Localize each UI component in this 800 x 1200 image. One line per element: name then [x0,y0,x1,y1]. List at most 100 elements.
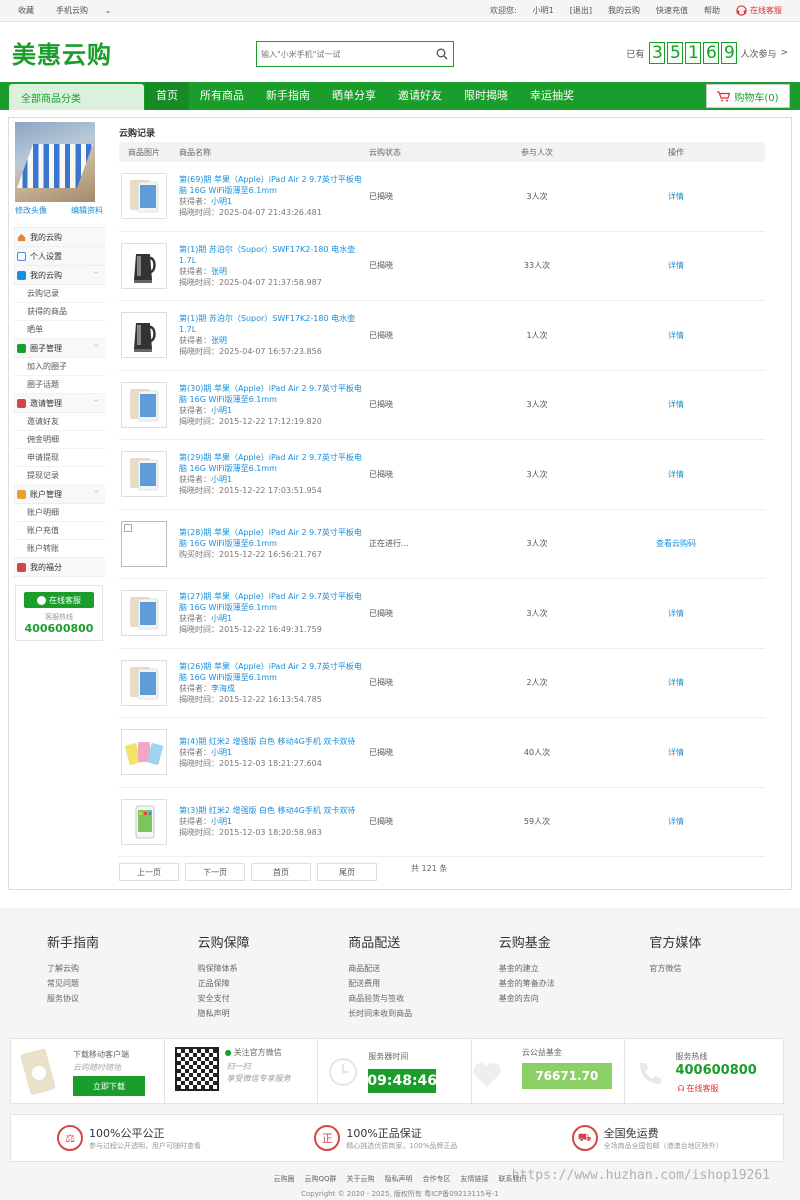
logout-link[interactable]: [退出] [570,5,592,16]
detail-link[interactable]: 查看云购码 [656,539,696,548]
footer-bottom-link[interactable]: 合作专区 [423,1175,451,1183]
nav-limited[interactable]: 限时揭晓 [453,82,519,110]
product-name-link[interactable]: 第(27)期 苹果（Apple）iPad Air 2 9.7英寸平板电脑 16G… [179,591,369,613]
sidebar-item-joined[interactable]: 加入的圈子 [13,358,105,376]
footer-bottom-link[interactable]: 关于云购 [347,1175,375,1183]
footer-link[interactable]: 配送费用 [348,976,499,991]
winner-link[interactable]: 小明1 [211,748,232,757]
footer-link[interactable]: 长时间未收到商品 [348,1006,499,1021]
help-link[interactable]: 帮助 [704,5,720,16]
detail-link[interactable]: 详情 [668,748,684,757]
sidebar-item-withdraw-apply[interactable]: 申请提现 [13,449,105,467]
detail-link[interactable]: 详情 [668,400,684,409]
sidebar-item-account-transfer[interactable]: 账户转账 [13,540,105,558]
footer-link[interactable]: 基金的建立 [499,961,650,976]
sidebar-group-account[interactable]: 账户管理 ^ [13,485,105,504]
detail-link[interactable]: 详情 [668,261,684,270]
winner-link[interactable]: 小明1 [211,614,232,623]
footer-bottom-link[interactable]: 云购圈 [273,1175,294,1183]
product-thumbnail[interactable] [121,659,167,706]
recharge-link[interactable]: 快速充值 [656,5,688,16]
nav-share[interactable]: 晒单分享 [321,82,387,110]
product-thumbnail[interactable] [121,173,167,220]
username-link[interactable]: 小明1 [533,5,554,16]
footer-link[interactable]: 正品保障 [198,976,349,991]
winner-link[interactable]: 张明 [211,267,227,276]
product-name-link[interactable]: 第(3)期 红米2 增强版 白色 移动4G手机 双卡双待 [179,805,369,816]
footer-link[interactable]: 常见问题 [47,976,198,991]
edit-profile-link[interactable]: 编辑资料 [71,205,103,216]
mobile-link[interactable]: 手机云购 ⌄ [56,5,133,16]
product-name-link[interactable]: 第(26)期 苹果（Apple）iPad Air 2 9.7英寸平板电脑 16G… [179,661,369,683]
my-cloud-link[interactable]: 我的云购 [608,5,640,16]
product-name-link[interactable]: 第(4)期 红米2 增强版 白色 移动4G手机 双卡双待 [179,736,369,747]
sidebar-group-invite[interactable]: 邀请管理 ^ [13,394,105,413]
sidebar-item-account-recharge[interactable]: 账户充值 [13,522,105,540]
product-thumbnail[interactable] [121,242,167,289]
sidebar-item-my-cloud[interactable]: 我的云购 [13,228,105,247]
download-button[interactable]: 立即下载 [73,1076,145,1096]
product-name-link[interactable]: 第(1)期 苏泊尔（Supor）SWF17K2-180 电水壶 1.7L [179,244,369,266]
search-input[interactable] [257,43,431,65]
winner-link[interactable]: 小明1 [211,817,232,826]
winner-link[interactable]: 小明1 [211,406,232,415]
favorite-link[interactable]: 收藏 [18,5,34,16]
avatar[interactable] [15,122,95,202]
product-thumbnail[interactable] [121,381,167,428]
sidebar-item-withdraw-records[interactable]: 提现记录 [13,467,105,485]
change-avatar-link[interactable]: 修改头像 [15,205,47,216]
sidebar-item-invite-friends[interactable]: 邀请好友 [13,413,105,431]
sidebar-item-account-detail[interactable]: 账户明细 [13,504,105,522]
sidebar-group-my-cloud[interactable]: 我的云购 ^ [13,266,105,285]
product-name-link[interactable]: 第(29)期 苹果（Apple）iPad Air 2 9.7英寸平板电脑 16G… [179,452,369,474]
product-thumbnail[interactable] [121,520,167,567]
detail-link[interactable]: 详情 [668,817,684,826]
product-thumbnail[interactable] [121,590,167,637]
online-service-button[interactable]: 在线客服 [24,592,94,608]
product-thumbnail[interactable] [121,729,167,776]
site-logo[interactable]: 美惠云购 [12,35,112,70]
product-thumbnail[interactable] [121,798,167,845]
next-page-button[interactable]: 下一页 [185,863,245,881]
footer-link[interactable]: 隐私声明 [198,1006,349,1021]
footer-bottom-link[interactable]: 云购QQ群 [304,1175,336,1183]
footer-link[interactable]: 商品验货与签收 [348,991,499,1006]
product-thumbnail[interactable] [121,451,167,498]
search-icon[interactable] [431,43,453,65]
detail-link[interactable]: 详情 [668,470,684,479]
sidebar-item-share[interactable]: 晒单 [13,321,105,339]
winner-link[interactable]: 李海成 [211,684,235,693]
product-name-link[interactable]: 第(28)期 苹果（Apple）iPad Air 2 9.7英寸平板电脑 16G… [179,527,369,549]
footer-link[interactable]: 商品配送 [348,961,499,976]
detail-link[interactable]: 详情 [668,192,684,201]
footer-link[interactable]: 服务协议 [47,991,198,1006]
winner-link[interactable]: 小明1 [211,475,232,484]
sidebar-item-records[interactable]: 云购记录 [13,285,105,303]
product-thumbnail[interactable] [121,312,167,359]
nav-invite[interactable]: 邀请好友 [387,82,453,110]
footer-link[interactable]: 购保障体系 [198,961,349,976]
first-page-button[interactable]: 首页 [251,863,311,881]
prev-page-button[interactable]: 上一页 [119,863,179,881]
last-page-button[interactable]: 尾页 [317,863,377,881]
detail-link[interactable]: 详情 [668,678,684,687]
footer-link[interactable]: 官方微信 [649,961,800,976]
product-name-link[interactable]: 第(1)期 苏泊尔（Supor）SWF17K2-180 电水壶 1.7L [179,313,369,335]
footer-link[interactable]: 基金的去向 [499,991,650,1006]
nav-home[interactable]: 首页 [145,82,189,110]
all-categories-button[interactable]: 全部商品分类 [9,84,144,110]
sidebar-group-circle[interactable]: 圈子管理 ^ [13,339,105,358]
online-service-link[interactable]: 在线客服 [736,5,782,16]
nav-guide[interactable]: 新手指南 [255,82,321,110]
detail-link[interactable]: 详情 [668,331,684,340]
sidebar-item-commission[interactable]: 佣金明细 [13,431,105,449]
footer-link[interactable]: 基金的筹备办法 [499,976,650,991]
detail-link[interactable]: 详情 [668,609,684,618]
nav-all-products[interactable]: 所有商品 [189,82,255,110]
cart-button[interactable]: 购物车(0) [706,84,790,108]
sidebar-item-points[interactable]: 我的福分 [13,558,105,577]
qr-code[interactable] [174,1047,219,1091]
product-name-link[interactable]: 第(30)期 苹果（Apple）iPad Air 2 9.7英寸平板电脑 16G… [179,383,369,405]
sidebar-item-won[interactable]: 获得的商品 [13,303,105,321]
product-name-link[interactable]: 第(69)期 苹果（Apple）iPad Air 2 9.7英寸平板电脑 16G… [179,174,369,196]
